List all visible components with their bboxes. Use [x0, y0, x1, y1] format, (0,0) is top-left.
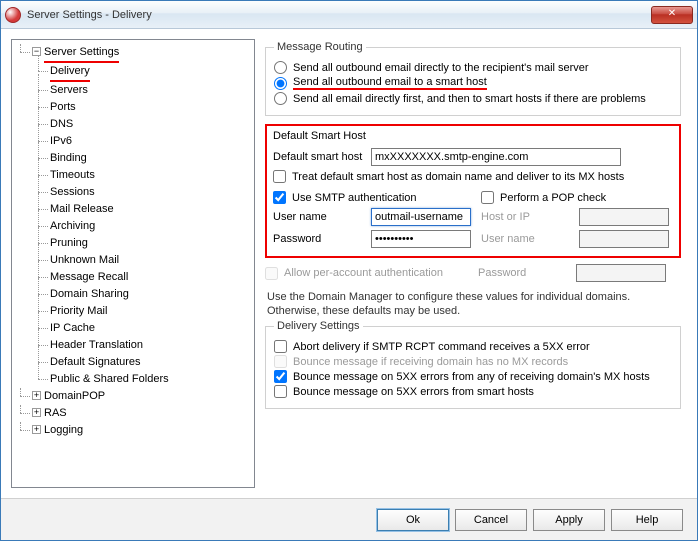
abort-5xx-checkbox[interactable]	[274, 340, 287, 353]
window-title: Server Settings - Delivery	[27, 9, 152, 21]
smarthost-legend: Default Smart Host	[273, 130, 673, 142]
expand-icon[interactable]: +	[32, 391, 41, 400]
username-input[interactable]	[371, 208, 471, 226]
tree-item[interactable]: Sessions	[50, 184, 252, 201]
close-button[interactable]: ✕	[651, 6, 693, 24]
bounce-mx5xx-checkbox[interactable]	[274, 370, 287, 383]
hostip-label: Host or IP	[481, 211, 573, 223]
settings-window: Server Settings - Delivery ✕ −Server Set…	[0, 0, 698, 541]
routing-legend: Message Routing	[274, 41, 366, 53]
tree-item[interactable]: Default Signatures	[50, 354, 252, 371]
delivery-settings-group: Delivery Settings Abort delivery if SMTP…	[265, 320, 681, 409]
expand-icon[interactable]: +	[32, 425, 41, 434]
collapse-icon[interactable]: −	[32, 47, 41, 56]
routing-smarthost-radio[interactable]	[274, 77, 287, 90]
username2-input	[579, 230, 669, 248]
content-area: −Server Settings DeliveryServersPortsDNS…	[1, 29, 697, 498]
right-panel: Message Routing Send all outbound email …	[263, 39, 687, 488]
tree-logging[interactable]: +Logging	[32, 422, 252, 439]
password-input[interactable]	[371, 230, 471, 248]
apply-button[interactable]: Apply	[533, 509, 605, 531]
smarthost-note: Use the Domain Manager to configure thes…	[267, 290, 681, 318]
routing-fallback-label: Send all email directly first, and then …	[293, 93, 646, 105]
use-smtp-checkbox[interactable]	[273, 191, 286, 204]
password2-input	[576, 264, 666, 282]
smarthost-input[interactable]	[371, 148, 621, 166]
tree-panel[interactable]: −Server Settings DeliveryServersPortsDNS…	[11, 39, 255, 488]
password-label: Password	[273, 233, 365, 245]
tree-item[interactable]: Mail Release	[50, 201, 252, 218]
treat-mx-label: Treat default smart host as domain name …	[292, 171, 624, 183]
tree-item[interactable]: Unknown Mail	[50, 252, 252, 269]
tree-item[interactable]: Ports	[50, 99, 252, 116]
password2-label: Password	[478, 267, 570, 279]
tree-item[interactable]: Pruning	[50, 235, 252, 252]
bounce-nomx-label: Bounce message if receiving domain has n…	[293, 356, 568, 368]
bounce-smart5xx-label: Bounce message on 5XX errors from smart …	[293, 386, 534, 398]
tree-item[interactable]: IPv6	[50, 133, 252, 150]
tree-item[interactable]: DNS	[50, 116, 252, 133]
routing-direct-radio[interactable]	[274, 61, 287, 74]
tree-item[interactable]: Message Recall	[50, 269, 252, 286]
button-bar: Ok Cancel Apply Help	[1, 498, 697, 540]
smarthost-group: Default Smart Host Default smart host Tr…	[273, 130, 673, 252]
routing-smarthost-label: Send all outbound email to a smart host	[293, 76, 487, 90]
help-button[interactable]: Help	[611, 509, 683, 531]
message-routing-group: Message Routing Send all outbound email …	[265, 41, 681, 116]
routing-direct-label: Send all outbound email directly to the …	[293, 62, 589, 74]
treat-mx-checkbox[interactable]	[273, 170, 286, 183]
username2-label: User name	[481, 233, 573, 245]
tree-item[interactable]: IP Cache	[50, 320, 252, 337]
bounce-mx5xx-label: Bounce message on 5XX errors from any of…	[293, 371, 650, 383]
tree-item[interactable]: Public & Shared Folders	[50, 371, 252, 388]
ok-button[interactable]: Ok	[377, 509, 449, 531]
tree-item[interactable]: Domain Sharing	[50, 286, 252, 303]
routing-fallback-radio[interactable]	[274, 92, 287, 105]
tree-item[interactable]: Servers	[50, 82, 252, 99]
tree-ras[interactable]: +RAS	[32, 405, 252, 422]
expand-icon[interactable]: +	[32, 408, 41, 417]
tree-item[interactable]: Timeouts	[50, 167, 252, 184]
cancel-button[interactable]: Cancel	[455, 509, 527, 531]
pop-check-checkbox[interactable]	[481, 191, 494, 204]
bounce-smart5xx-checkbox[interactable]	[274, 385, 287, 398]
host-label: Default smart host	[273, 151, 365, 163]
tree-item[interactable]: Delivery	[50, 63, 252, 82]
tree-item[interactable]: Binding	[50, 150, 252, 167]
per-account-label: Allow per-account authentication	[284, 267, 443, 279]
hostip-input	[579, 208, 669, 226]
delivery-legend: Delivery Settings	[274, 320, 363, 332]
bounce-nomx-checkbox	[274, 355, 287, 368]
abort-5xx-label: Abort delivery if SMTP RCPT command rece…	[293, 341, 590, 353]
smarthost-highlight: Default Smart Host Default smart host Tr…	[265, 124, 681, 258]
username-label: User name	[273, 211, 365, 223]
app-icon	[5, 7, 21, 23]
tree-root[interactable]: −Server Settings DeliveryServersPortsDNS…	[32, 44, 252, 388]
pop-check-label: Perform a POP check	[500, 192, 606, 204]
tree-item[interactable]: Archiving	[50, 218, 252, 235]
use-smtp-label: Use SMTP authentication	[292, 192, 417, 204]
tree-item[interactable]: Header Translation	[50, 337, 252, 354]
tree-domainpop[interactable]: +DomainPOP	[32, 388, 252, 405]
titlebar: Server Settings - Delivery ✕	[1, 1, 697, 29]
per-account-checkbox	[265, 267, 278, 280]
tree-item[interactable]: Priority Mail	[50, 303, 252, 320]
